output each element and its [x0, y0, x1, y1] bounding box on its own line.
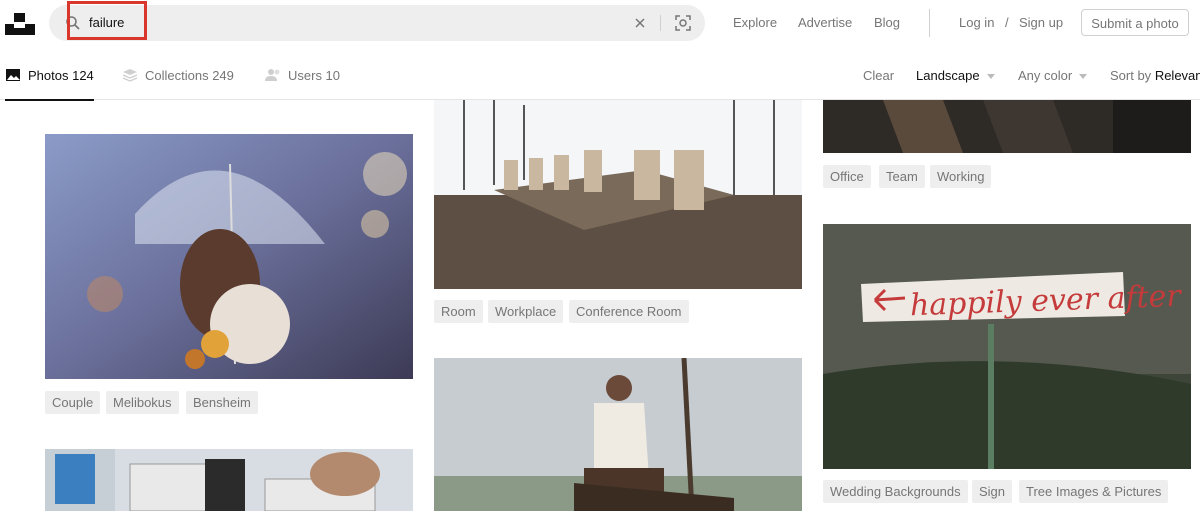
tag-tree-images[interactable]: Tree Images & Pictures	[1019, 480, 1169, 503]
photo-happily-ever-after-sign[interactable]: happily ever after	[823, 224, 1191, 469]
visual-search-icon[interactable]	[674, 14, 692, 32]
tag-sign[interactable]: Sign	[972, 480, 1013, 503]
search-input[interactable]: failure	[89, 15, 124, 30]
signup-link[interactable]: Sign up	[1019, 15, 1063, 30]
tag-office[interactable]: Office	[823, 165, 871, 188]
photo-laptops-desk[interactable]	[45, 449, 413, 511]
nav-divider	[929, 9, 930, 37]
nav-advertise[interactable]: Advertise	[798, 15, 852, 30]
tab-collections[interactable]: Collections 249	[122, 67, 242, 99]
collections-icon	[122, 69, 138, 82]
top-header: failure Explore Advertise Blog Log in / …	[0, 0, 1200, 46]
search-divider	[660, 15, 661, 31]
unsplash-logo-icon[interactable]	[5, 13, 35, 35]
photo-man-on-boat[interactable]	[434, 358, 802, 511]
chevron-down-icon	[986, 74, 995, 80]
orientation-filter-label: Landscape	[916, 68, 980, 83]
chevron-down-icon	[1079, 74, 1088, 80]
tag-wedding-backgrounds[interactable]: Wedding Backgrounds	[823, 480, 968, 503]
orientation-filter[interactable]: Landscape	[916, 68, 995, 83]
tag-working[interactable]: Working	[930, 165, 992, 188]
photo-conference-room[interactable]	[434, 100, 802, 289]
tab-users[interactable]: Users 10	[265, 67, 345, 99]
users-icon	[265, 69, 280, 81]
tag-team[interactable]: Team	[879, 165, 925, 188]
sort-filter[interactable]: Sort by Relevan	[1110, 68, 1200, 83]
nav-blog[interactable]: Blog	[874, 15, 900, 30]
search-bar[interactable]: failure	[49, 5, 705, 41]
submit-photo-button[interactable]: Submit a photo	[1081, 9, 1189, 36]
search-icon[interactable]	[65, 15, 81, 31]
tab-collections-label: Collections 249	[145, 68, 234, 83]
color-filter[interactable]: Any color	[1018, 68, 1088, 83]
photo-icon	[6, 69, 20, 81]
sort-value: Relevan	[1154, 68, 1200, 83]
color-filter-label: Any color	[1018, 68, 1073, 83]
tab-users-label: Users 10	[288, 68, 341, 83]
tab-photos-label: Photos 124	[28, 68, 94, 83]
tag-workplace[interactable]: Workplace	[488, 300, 564, 323]
office-photo-image	[823, 100, 1191, 153]
tag-melibokus[interactable]: Melibokus	[106, 391, 179, 414]
tab-photos[interactable]: Photos 124	[5, 67, 94, 101]
tag-bensheim[interactable]: Bensheim	[186, 391, 258, 414]
man-boat-photo-image	[434, 358, 802, 511]
clear-filters-button[interactable]: Clear	[863, 68, 894, 83]
conference-photo-image	[434, 100, 802, 289]
tag-conference-room[interactable]: Conference Room	[569, 300, 689, 323]
photo-office-team[interactable]	[823, 100, 1191, 153]
clear-search-icon[interactable]	[632, 15, 648, 31]
umbrella-photo-image	[45, 134, 413, 379]
nav-explore[interactable]: Explore	[733, 15, 777, 30]
photo-umbrella-couple[interactable]	[45, 134, 413, 379]
login-link[interactable]: Log in	[959, 15, 994, 30]
auth-separator: /	[1005, 15, 1009, 30]
sign-photo-image: happily ever after	[823, 224, 1191, 469]
sort-prefix: Sort by	[1110, 68, 1152, 83]
tag-room[interactable]: Room	[434, 300, 483, 323]
laptops-photo-image	[45, 449, 413, 511]
tag-couple[interactable]: Couple	[45, 391, 101, 414]
